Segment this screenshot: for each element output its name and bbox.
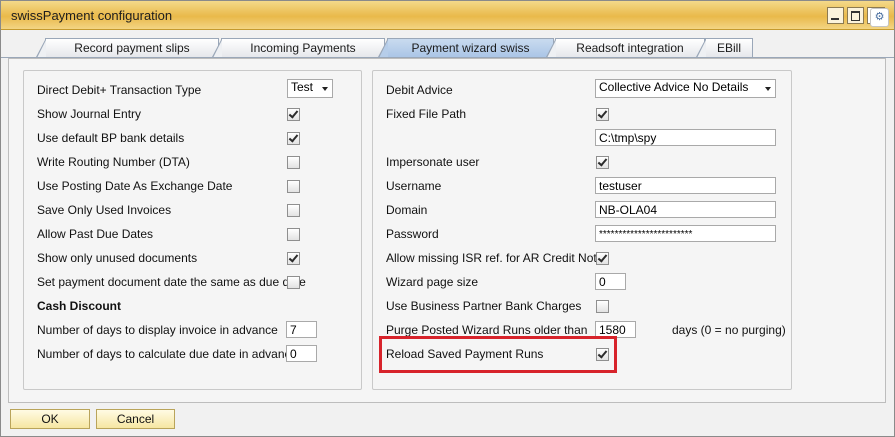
write-routing-label: Write Routing Number (DTA): [37, 155, 190, 169]
wizard-page-size-label: Wizard page size: [386, 275, 479, 289]
allow-missing-isr-checkbox[interactable]: [596, 252, 609, 265]
username-input[interactable]: testuser: [595, 177, 776, 194]
window-title: swissPayment configuration: [11, 8, 173, 23]
debit-advice-select[interactable]: Collective Advice No Details: [595, 79, 776, 98]
write-routing-checkbox[interactable]: [287, 156, 300, 169]
tab-bar: Record payment slips Incoming Payments P…: [1, 30, 894, 58]
domain-label: Domain: [386, 203, 428, 217]
chevron-down-icon: [322, 87, 328, 91]
use-default-bp-label: Use default BP bank details: [37, 131, 185, 145]
show-journal-checkbox[interactable]: [287, 108, 300, 121]
allow-missing-isr-label: Allow missing ISR ref. for AR Credit Not…: [386, 251, 610, 265]
save-only-used-label: Save Only Used Invoices: [37, 203, 172, 217]
tab-readsoft-integration[interactable]: Readsoft integration: [546, 38, 705, 58]
chevron-down-icon: [765, 87, 771, 91]
days-calc-input[interactable]: 0: [286, 345, 317, 362]
gear-icon[interactable]: ⚙: [870, 8, 889, 27]
debit-advice-label: Debit Advice: [386, 83, 453, 97]
purge-label: Purge Posted Wizard Runs older than: [386, 323, 588, 337]
direct-debit-value: Test: [291, 80, 314, 94]
tab-ebill[interactable]: EBill: [696, 38, 753, 58]
use-bp-charges-checkbox[interactable]: [596, 300, 609, 313]
direct-debit-label: Direct Debit+ Transaction Type: [37, 83, 202, 97]
tab-incoming-payments[interactable]: Incoming Payments: [212, 38, 385, 58]
show-journal-label: Show Journal Entry: [37, 107, 142, 121]
fixed-path-input[interactable]: C:\tmp\spy: [595, 129, 776, 146]
days-calc-label: Number of days to calculate due date in …: [37, 347, 298, 361]
days-display-label: Number of days to display invoice in adv…: [37, 323, 278, 337]
tab-record-payment-slips[interactable]: Record payment slips: [36, 38, 219, 58]
impersonate-label: Impersonate user: [386, 155, 480, 169]
direct-debit-select[interactable]: Test: [287, 79, 333, 98]
fixed-path-label: Fixed File Path: [386, 107, 467, 121]
use-posting-date-label: Use Posting Date As Exchange Date: [37, 179, 233, 193]
username-label: Username: [386, 179, 442, 193]
highlight-box: [379, 336, 617, 373]
wizard-page-size-input[interactable]: 0: [595, 273, 626, 290]
impersonate-checkbox[interactable]: [596, 156, 609, 169]
use-bp-charges-label: Use Business Partner Bank Charges: [386, 299, 582, 313]
use-default-bp-checkbox[interactable]: [287, 132, 300, 145]
days-display-input[interactable]: 7: [286, 321, 317, 338]
allow-past-due-label: Allow Past Due Dates: [37, 227, 154, 241]
password-input[interactable]: ************************: [595, 225, 776, 242]
title-bar: swissPayment configuration ✕: [1, 1, 894, 30]
minimize-button[interactable]: [827, 7, 844, 24]
password-label: Password: [386, 227, 439, 241]
set-payment-doc-label: Set payment document date the same as du…: [37, 275, 306, 289]
maximize-button[interactable]: [847, 7, 864, 24]
domain-input[interactable]: NB-OLA04: [595, 201, 776, 218]
save-only-used-checkbox[interactable]: [287, 204, 300, 217]
show-only-unused-checkbox[interactable]: [287, 252, 300, 265]
use-posting-date-checkbox[interactable]: [287, 180, 300, 193]
cash-discount-heading: Cash Discount: [37, 299, 122, 313]
tab-payment-wizard-swiss[interactable]: Payment wizard swiss: [378, 38, 554, 58]
allow-past-due-checkbox[interactable]: [287, 228, 300, 241]
fixed-path-checkbox[interactable]: [596, 108, 609, 121]
show-only-unused-label: Show only unused documents: [37, 251, 198, 265]
set-payment-doc-checkbox[interactable]: [287, 276, 300, 289]
debit-advice-value: Collective Advice No Details: [599, 80, 749, 94]
ok-button[interactable]: OK: [10, 409, 90, 429]
cancel-button[interactable]: Cancel: [96, 409, 175, 429]
purge-suffix: days (0 = no purging): [672, 323, 786, 337]
